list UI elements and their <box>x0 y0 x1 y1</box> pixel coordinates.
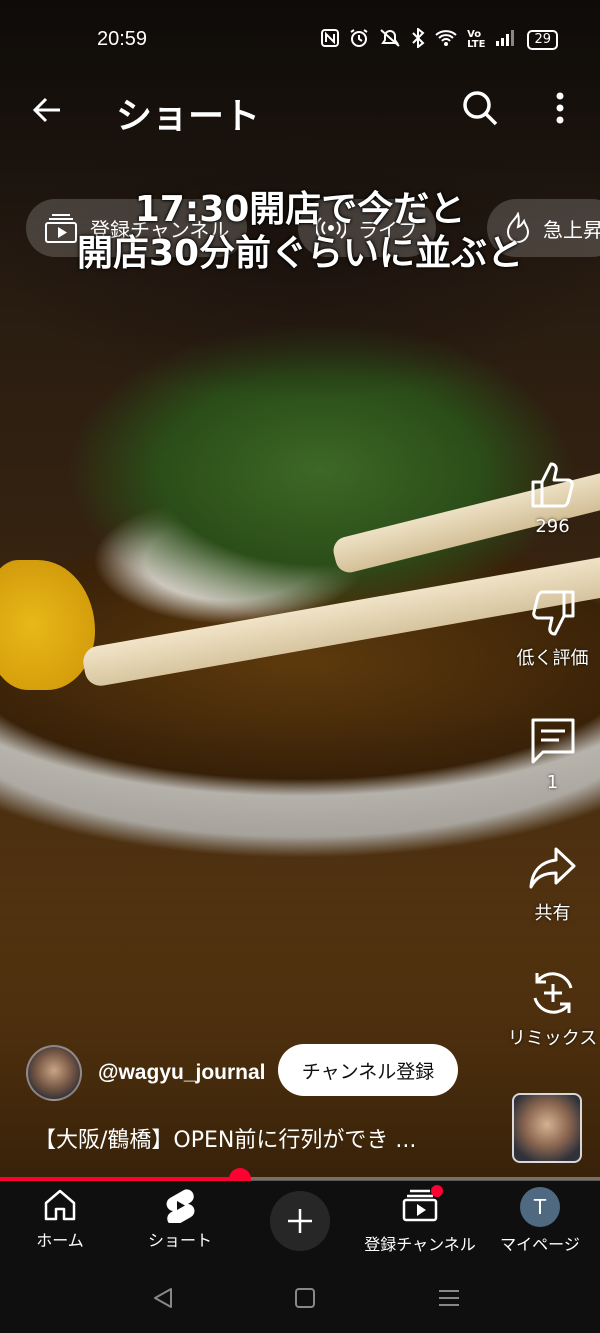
caption-line: 17:30開店で今だと <box>134 189 466 230</box>
comment-icon <box>531 718 574 764</box>
sound-thumbnail[interactable] <box>512 1093 582 1163</box>
wifi-icon <box>435 29 457 51</box>
share-icon <box>529 847 575 889</box>
page-title: ショート <box>116 95 261 136</box>
triangle-back-icon <box>154 1288 172 1308</box>
video-title[interactable]: 【大阪/鶴橋】OPEN前に行列ができ ... <box>34 1122 494 1154</box>
remix-label: リミックス <box>507 1028 598 1049</box>
thumbs-up-icon <box>531 462 574 508</box>
dislike-label: 低く評価 <box>516 648 589 669</box>
nav-subscriptions[interactable]: 登録チャンネル <box>360 1185 480 1255</box>
home-icon <box>44 1189 76 1221</box>
caption-line: 開店30分前ぐらいに並ぶと <box>76 233 524 274</box>
mute-icon <box>379 28 401 52</box>
share-label: 共有 <box>534 903 571 924</box>
create-button[interactable] <box>270 1191 330 1251</box>
back-arrow-icon <box>32 97 60 123</box>
search-icon <box>463 91 498 126</box>
channel-avatar[interactable] <box>26 1045 82 1101</box>
like-button[interactable]: 296 <box>505 460 600 537</box>
more-vert-icon <box>556 92 564 124</box>
nav-label: マイページ <box>500 1235 580 1254</box>
system-home-button[interactable] <box>290 1283 320 1313</box>
create-icon <box>288 1209 312 1233</box>
square-home-icon <box>295 1288 315 1308</box>
signal-icon <box>495 29 517 51</box>
comment-count: 1 <box>546 772 559 793</box>
nav-label: 登録チャンネル <box>364 1235 476 1254</box>
status-time: 20:59 <box>97 28 148 50</box>
nav-home[interactable]: ホーム <box>0 1187 120 1251</box>
bluetooth-icon <box>411 26 425 52</box>
notification-dot <box>431 1185 443 1197</box>
nfc-icon <box>321 29 340 51</box>
avatar: T <box>520 1187 560 1227</box>
system-recents-button[interactable] <box>434 1283 464 1313</box>
dislike-button[interactable]: 低く評価 <box>505 588 600 670</box>
menu-lines-icon <box>439 1290 459 1306</box>
status-icons: Vo LTE 29 <box>321 26 558 52</box>
thumbs-down-icon <box>531 590 574 636</box>
status-bar: 20:59 Vo LTE 29 <box>0 0 600 80</box>
nav-label: ショート <box>147 1231 212 1250</box>
back-button[interactable] <box>28 90 68 130</box>
subscribe-button[interactable]: チャンネル登録 <box>278 1044 458 1096</box>
remix-icon <box>533 972 572 1014</box>
nav-label: ホーム <box>36 1231 84 1250</box>
shorts-screen: 20:59 Vo LTE 29 ショート 登録チャンネル ライブ 急上昇 17:… <box>0 0 600 1333</box>
channel-row: @wagyu_journal <box>26 1045 266 1101</box>
like-count: 296 <box>535 516 570 537</box>
alarm-icon <box>349 28 369 52</box>
share-button[interactable]: 共有 <box>505 843 600 925</box>
remix-button[interactable]: リミックス <box>505 968 600 1050</box>
more-options-button[interactable] <box>547 88 573 128</box>
search-button[interactable] <box>460 88 500 128</box>
comments-button[interactable]: 1 <box>505 716 600 793</box>
bottom-nav: ホーム ショート 登録チャンネル T マイページ <box>0 1181 600 1261</box>
shorts-icon <box>166 1189 195 1223</box>
battery-indicator: 29 <box>527 30 558 50</box>
system-back-button[interactable] <box>148 1283 178 1313</box>
top-app-bar: ショート <box>0 80 600 140</box>
nav-you[interactable]: T マイページ <box>480 1187 600 1255</box>
volte-icon: Vo LTE <box>467 29 486 50</box>
nav-shorts[interactable]: ショート <box>120 1187 240 1251</box>
nav-subscriptions-icon-wrap <box>401 1185 443 1227</box>
video-caption: 17:30開店で今だと 開店30分前ぐらいに並ぶと <box>40 188 560 276</box>
system-nav-bar <box>0 1261 600 1333</box>
channel-handle[interactable]: @wagyu_journal <box>98 1061 266 1085</box>
